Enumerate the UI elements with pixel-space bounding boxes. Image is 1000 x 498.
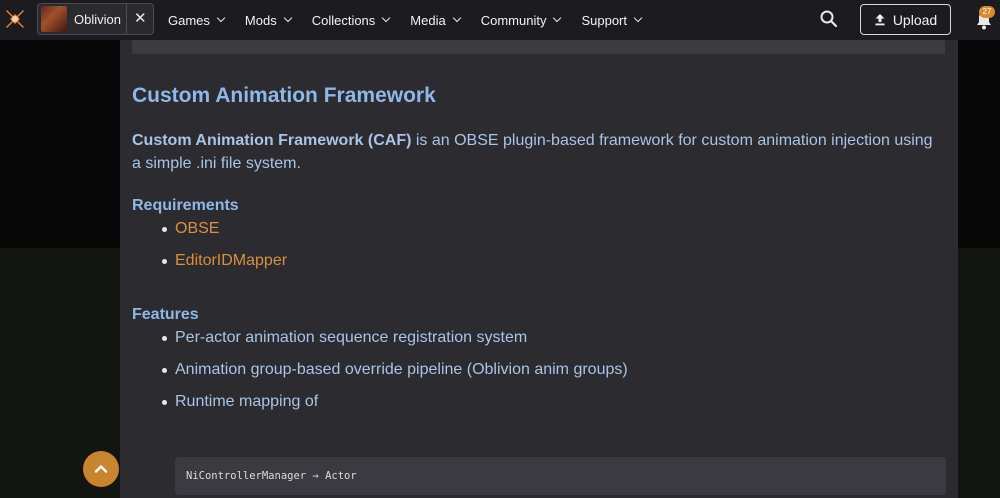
nav-item-support[interactable]: Support [581,12,643,28]
article-title: Custom Animation Framework [132,84,436,107]
main-nav: Games Mods Collections Media Community S… [168,0,662,40]
nav-item-media[interactable]: Media [410,12,461,28]
nav-item-collections[interactable]: Collections [311,12,391,28]
arrow-up-icon [94,465,108,473]
upload-label: Upload [892,11,938,28]
bullet [162,335,167,341]
bullet [162,226,167,232]
bullet [162,367,167,373]
upload-icon [875,14,885,26]
chevron-down-icon [283,13,292,23]
requirement-item-obse[interactable]: OBSE [162,220,219,238]
nav-label: Mods [244,12,277,28]
features-heading: Features [132,306,199,323]
top-navigation-bar: Oblivion ✕ Games Mods Collections Media … [0,0,1000,40]
bullet [162,399,167,405]
nav-label: Support [581,12,628,28]
panel-top-strip [132,40,945,54]
feature-text: Runtime mapping of [175,393,319,410]
bullet [162,258,167,264]
requirements-heading: Requirements [132,197,239,214]
chevron-down-icon [216,13,226,23]
feature-text: Per-actor animation sequence registratio… [175,329,528,346]
nav-label: Community [480,12,547,28]
app-logo-icon[interactable] [4,8,26,30]
chevron-down-icon [553,13,562,23]
requirement-link[interactable]: OBSE [175,220,219,238]
feature-item: Animation group-based override pipeline … [162,361,628,379]
game-name: Oblivion [74,11,121,27]
mod-description-panel: Custom Animation Framework Custom Animat… [120,40,958,498]
intro-paragraph: Custom Animation Framework (CAF) is an O… [132,129,942,175]
chevron-down-icon [382,13,391,23]
notification-badge: 27 [979,6,995,18]
upload-button[interactable]: Upload [860,4,951,35]
scroll-to-top-button[interactable] [83,451,119,487]
code-block: NiControllerManager → Actor [175,457,946,495]
close-icon[interactable]: ✕ [134,10,147,28]
nav-item-mods[interactable]: Mods [244,12,292,28]
nav-label: Games [168,12,210,28]
chevron-down-icon [633,13,643,23]
feature-item: Runtime mapping of [162,393,318,411]
search-icon[interactable] [819,9,839,29]
intro-bold-text: Custom Animation Framework (CAF) [132,132,412,149]
requirement-link[interactable]: EditorIDMapper [175,252,287,270]
nav-item-games[interactable]: Games [168,12,226,28]
nav-item-community[interactable]: Community [480,12,562,28]
chevron-down-icon [452,13,461,23]
nav-label: Media [410,12,446,28]
requirement-item-editoridmapper[interactable]: EditorIDMapper [162,252,287,270]
feature-text: Animation group-based override pipeline … [175,361,628,378]
game-thumbnail [41,6,67,32]
nav-label: Collections [311,12,376,28]
code-text: NiControllerManager → Actor [186,470,357,482]
feature-item: Per-actor animation sequence registratio… [162,329,527,347]
chip-divider [126,4,127,34]
game-selector-chip[interactable]: Oblivion ✕ [37,3,154,35]
